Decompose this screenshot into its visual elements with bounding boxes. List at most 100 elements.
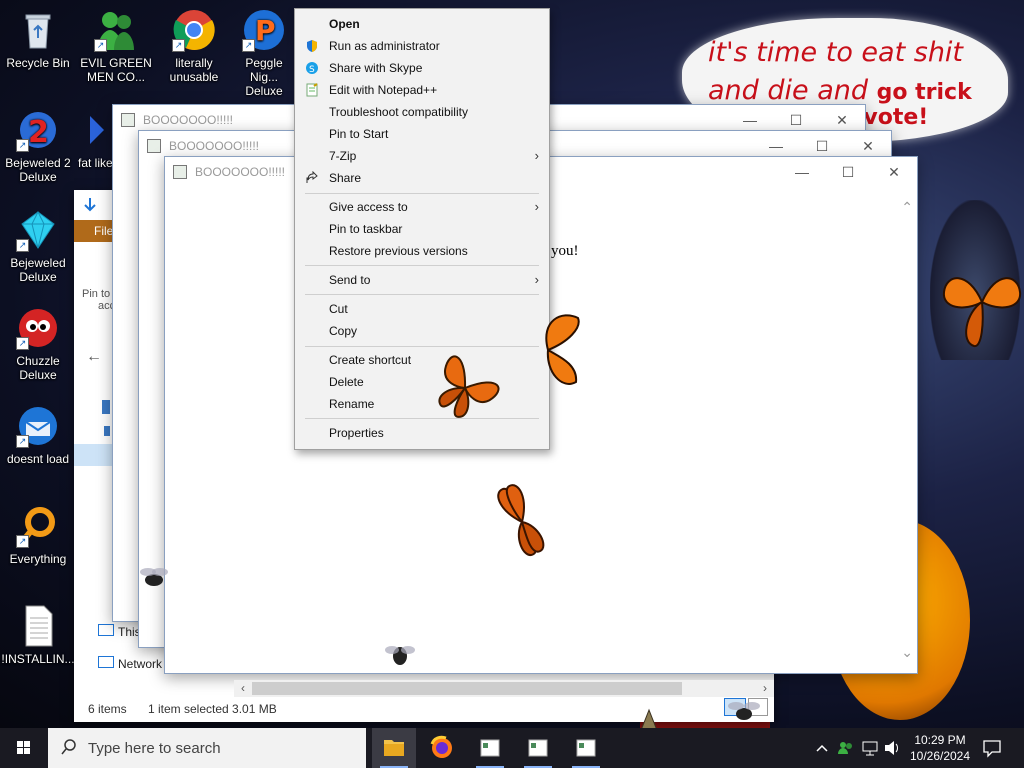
taskbar-file-explorer[interactable]: [372, 728, 416, 768]
app-window-icon: [576, 739, 596, 757]
menu-separator: [305, 193, 539, 194]
menu-item-send-to[interactable]: Send to ›: [295, 269, 549, 291]
nav-this-pc[interactable]: This: [98, 624, 141, 639]
nav-selected-row[interactable]: [74, 444, 114, 466]
desktop-icon-fat-like[interactable]: fat like: [78, 108, 114, 170]
people-icon[interactable]: [836, 728, 856, 768]
pin-to-quick-access-label[interactable]: Pin to: [82, 288, 110, 300]
system-clock[interactable]: 10:29 PM 10/26/2024: [906, 732, 974, 764]
scroll-down-arrow-icon[interactable]: ⌄: [901, 644, 913, 661]
text-file-icon: [16, 604, 60, 648]
menu-item-create-shortcut[interactable]: Create shortcut: [295, 349, 549, 371]
taskbar-firefox[interactable]: [420, 728, 464, 768]
menu-item-label: Create shortcut: [329, 353, 412, 367]
menu-item-cut[interactable]: Cut: [295, 298, 549, 320]
start-button[interactable]: [0, 728, 48, 768]
menu-item-copy[interactable]: Copy: [295, 320, 549, 342]
desktop-icon-label: Peggle Nig... Deluxe: [245, 56, 283, 98]
menu-item-edit-notepadpp[interactable]: Edit with Notepad++: [295, 79, 549, 101]
menu-item-label: Open: [329, 17, 360, 31]
taskbar-boo-window-2[interactable]: [516, 728, 560, 768]
thunderbird-icon: ↗: [16, 404, 60, 448]
butterfly-sprite: [492, 482, 552, 565]
horizontal-scrollbar[interactable]: ‹ ›: [234, 680, 774, 697]
taskbar-search-box[interactable]: Type here to search: [48, 728, 366, 768]
menu-item-run-as-admin[interactable]: Run as administrator: [295, 35, 549, 57]
menu-item-pin-to-start[interactable]: Pin to Start: [295, 123, 549, 145]
desktop-icon-peggle[interactable]: P ↗ Peggle Nig... Deluxe: [234, 8, 294, 98]
taskbar: Type here to search 10:29 PM 10/26/2024: [0, 728, 1024, 768]
green-men-icon: ↗: [94, 8, 138, 52]
menu-item-open[interactable]: Open: [295, 13, 549, 35]
desktop-icon-bejeweled[interactable]: ↗ Bejeweled Deluxe: [0, 208, 76, 284]
menu-item-label: Edit with Notepad++: [329, 83, 438, 97]
menu-item-7zip[interactable]: 7-Zip ›: [295, 145, 549, 167]
context-menu[interactable]: Open Run as administrator S Share with S…: [294, 8, 550, 450]
menu-item-properties[interactable]: Properties: [295, 422, 549, 444]
submenu-arrow-icon: ›: [534, 272, 539, 287]
menu-item-troubleshoot[interactable]: Troubleshoot compatibility: [295, 101, 549, 123]
svg-text:S: S: [309, 65, 315, 75]
desktop-icon-bejeweled-2[interactable]: 2 ↗ Bejeweled 2 Deluxe: [0, 108, 76, 184]
desktop-icon-doesnt-load[interactable]: ↗ doesnt load: [0, 404, 76, 466]
shortcut-arrow-icon: ↗: [16, 435, 29, 448]
shortcut-arrow-icon: ↗: [172, 39, 185, 52]
shortcut-arrow-icon: ↗: [16, 139, 29, 152]
scroll-left-arrow-icon[interactable]: ‹: [234, 680, 252, 697]
bejeweled-icon: ↗: [16, 208, 60, 252]
menu-item-label: Give access to: [329, 200, 408, 214]
menu-item-share-skype[interactable]: S Share with Skype: [295, 57, 549, 79]
desktop-icon-evil-green-men[interactable]: ↗ EVIL GREEN MEN CO...: [78, 8, 154, 84]
menu-item-label: Share with Skype: [329, 61, 423, 75]
submenu-arrow-icon: ›: [534, 148, 539, 163]
menu-item-label: 7-Zip: [329, 149, 357, 163]
quick-access-down-arrow-icon[interactable]: [82, 196, 98, 214]
network-status-icon[interactable]: [860, 728, 880, 768]
scroll-right-arrow-icon[interactable]: ›: [756, 680, 774, 697]
menu-item-give-access[interactable]: Give access to ›: [295, 196, 549, 218]
shortcut-arrow-icon: ↗: [16, 535, 29, 548]
shield-icon: [305, 39, 319, 53]
folder-icon: [384, 740, 404, 756]
scrollbar-thumb[interactable]: [252, 682, 682, 695]
desktop-icon-everything[interactable]: ↗ Everything: [0, 504, 76, 566]
notepadpp-icon: [305, 83, 319, 97]
desktop-icon-installing[interactable]: !INSTALLIN...: [0, 604, 76, 666]
share-icon: [305, 170, 319, 185]
scroll-up-arrow-icon[interactable]: ⌃: [901, 199, 913, 216]
taskbar-boo-window-1[interactable]: [468, 728, 512, 768]
back-arrow-icon[interactable]: ←: [86, 348, 102, 366]
menu-item-label: Pin to Start: [329, 127, 389, 141]
show-hidden-icons-chevron-icon[interactable]: [814, 728, 830, 768]
clock-date: 10/26/2024: [909, 749, 971, 763]
taskbar-boo-window-3[interactable]: [564, 728, 608, 768]
window-title: BOOOOOOO!!!!!: [195, 165, 286, 179]
chrome-icon: ↗: [172, 8, 216, 52]
chuzzle-icon: ↗: [16, 306, 60, 350]
desktop-icon-chuzzle[interactable]: ↗ Chuzzle Deluxe: [0, 306, 76, 382]
desktop-icon-chrome[interactable]: ↗ literally unusable: [156, 8, 232, 84]
menu-item-restore-versions[interactable]: Restore previous versions: [295, 240, 549, 262]
meme-line-1: it's time to eat shit: [708, 37, 964, 68]
fat-like-icon: [80, 108, 114, 152]
nav-network[interactable]: Network: [98, 656, 162, 671]
desktop-icon-label: Everything: [9, 552, 67, 566]
menu-item-share[interactable]: Share: [295, 167, 549, 189]
menu-item-label: Restore previous versions: [329, 244, 468, 258]
maximize-button[interactable]: ☐: [825, 157, 871, 187]
fly-sprite: [138, 566, 170, 592]
menu-item-delete[interactable]: Delete: [295, 371, 549, 393]
volume-icon[interactable]: [882, 728, 902, 768]
menu-item-pin-to-taskbar[interactable]: Pin to taskbar: [295, 218, 549, 240]
menu-item-label: Pin to taskbar: [329, 222, 403, 236]
notifications-icon[interactable]: [980, 728, 1004, 768]
close-button[interactable]: ✕: [871, 157, 917, 187]
menu-item-rename[interactable]: Rename: [295, 393, 549, 415]
desktop-icon-label: Bejeweled Deluxe: [10, 256, 66, 284]
minimize-button[interactable]: —: [779, 157, 825, 187]
windows-logo-icon: [17, 741, 30, 754]
bejeweled-2-icon: 2 ↗: [16, 108, 60, 152]
svg-text:2: 2: [28, 115, 49, 150]
desktop-icon-recycle-bin[interactable]: Recycle Bin: [0, 8, 76, 70]
menu-item-label: Rename: [329, 397, 375, 411]
